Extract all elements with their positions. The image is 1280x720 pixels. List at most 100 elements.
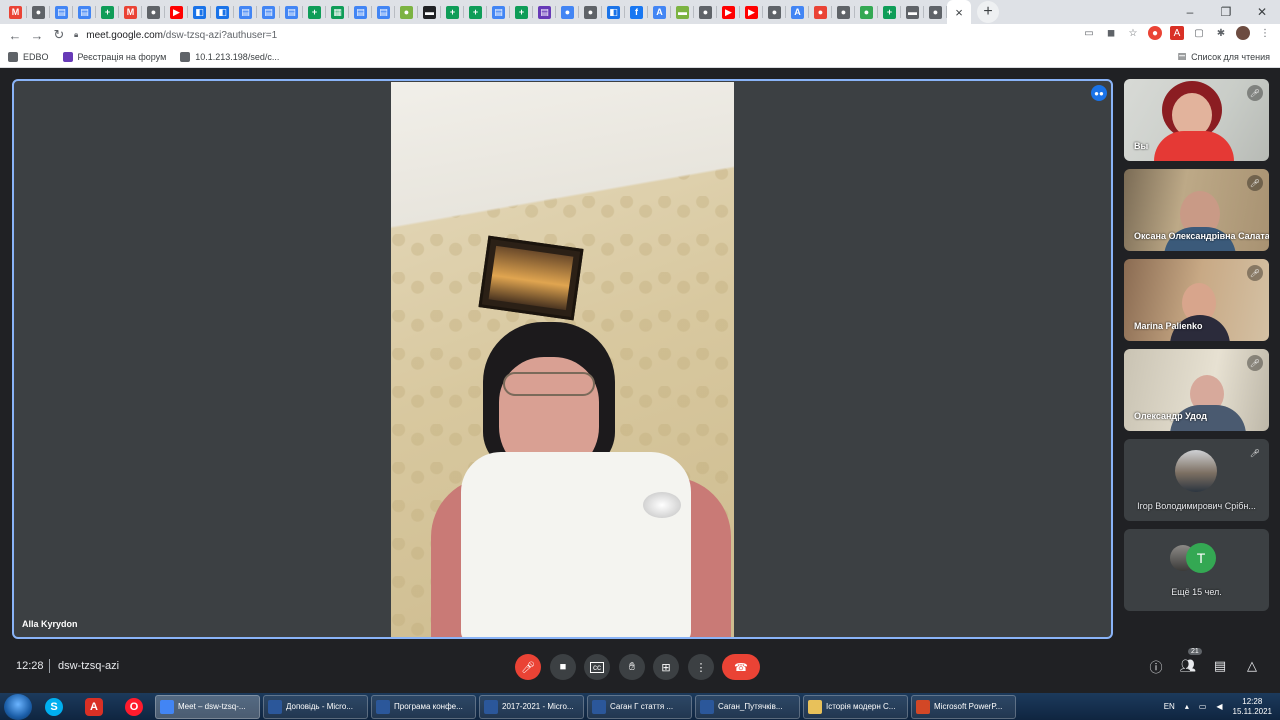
browser-tab[interactable]: ▦ xyxy=(326,1,349,23)
camera-icon[interactable]: ◼ xyxy=(1104,26,1118,40)
extension-icon[interactable]: ▢ xyxy=(1192,26,1206,40)
browser-tab[interactable]: ▤ xyxy=(234,1,257,23)
browser-tab[interactable]: ▶ xyxy=(740,1,763,23)
browser-tab[interactable]: + xyxy=(878,1,901,23)
browser-tab[interactable]: ▤ xyxy=(349,1,372,23)
puzzle-icon[interactable]: ✱ xyxy=(1214,26,1228,40)
opera-pinned-button[interactable]: O xyxy=(116,694,152,720)
new-tab-button[interactable]: + xyxy=(977,1,999,23)
start-button[interactable] xyxy=(4,693,32,720)
browser-tab[interactable]: ● xyxy=(27,1,50,23)
browser-tab[interactable]: ▤ xyxy=(533,1,556,23)
browser-tab[interactable]: ● xyxy=(855,1,878,23)
taskbar-window-button[interactable]: Програма конфе... xyxy=(371,694,476,719)
forward-button[interactable]: → xyxy=(26,24,48,46)
browser-tab[interactable]: + xyxy=(510,1,533,23)
participant-tile[interactable]: 🎤︎ Ігор Володимирович Срібн... xyxy=(1124,439,1269,521)
browser-tab[interactable]: + xyxy=(96,1,119,23)
back-button[interactable]: ← xyxy=(4,24,26,46)
browser-tab[interactable]: + xyxy=(303,1,326,23)
participant-tile[interactable]: 🎤︎ Marina Palienko xyxy=(1124,259,1269,341)
browser-tab[interactable]: ▬ xyxy=(671,1,694,23)
browser-tab[interactable]: ◧ xyxy=(211,1,234,23)
browser-tab[interactable]: ◧ xyxy=(602,1,625,23)
taskbar-window-button[interactable]: Microsoft PowerP... xyxy=(911,694,1016,719)
bookmark-item[interactable]: 10.1.213.198/sed/c... xyxy=(180,51,279,62)
docs-icon: ▤ xyxy=(78,5,91,19)
minimize-button[interactable]: – xyxy=(1172,0,1208,24)
browser-tab[interactable]: ● xyxy=(832,1,855,23)
cast-icon[interactable]: ▭ xyxy=(1082,26,1096,40)
browser-tab[interactable]: f xyxy=(625,1,648,23)
participant-tile[interactable]: 🎤︎ Оксана Олександрівна Салата xyxy=(1124,169,1269,251)
reading-list-button[interactable]: ▤ Список для чтения xyxy=(1178,51,1270,62)
browser-tab[interactable]: ▶ xyxy=(165,1,188,23)
participant-tile-self[interactable]: 🎤︎ Вы xyxy=(1124,79,1269,161)
menu-icon[interactable]: ⋮ xyxy=(1258,26,1272,40)
browser-tab[interactable]: ● xyxy=(142,1,165,23)
browser-tab[interactable]: A xyxy=(648,1,671,23)
taskbar-window-button[interactable]: Історія модерн С... xyxy=(803,694,908,719)
browser-tab[interactable]: M xyxy=(4,1,27,23)
address-bar[interactable]: 🔒︎ meet.google.com/dsw-tzsq-azi?authuser… xyxy=(74,26,1122,44)
browser-tab[interactable]: + xyxy=(441,1,464,23)
taskbar-window-button[interactable]: Саган_Путячків... xyxy=(695,694,800,719)
network-icon[interactable]: ▭ xyxy=(1199,702,1207,711)
activities-icon: △ xyxy=(1247,658,1257,673)
browser-tab[interactable]: ▤ xyxy=(257,1,280,23)
chat-button[interactable]: ▤ xyxy=(1210,656,1230,676)
browser-tab[interactable]: ● xyxy=(556,1,579,23)
browser-tab[interactable]: ● xyxy=(395,1,418,23)
tray-arrow-icon[interactable]: ▴ xyxy=(1185,702,1189,711)
browser-tab[interactable]: ▤ xyxy=(487,1,510,23)
maximize-button[interactable]: ❐ xyxy=(1208,0,1244,24)
skype-pinned-button[interactable]: S xyxy=(36,694,72,720)
taskbar-window-button[interactable]: 2017-2021 - Micro... xyxy=(479,694,584,719)
avatar[interactable] xyxy=(1236,26,1250,40)
camera-toggle-button[interactable]: ■ xyxy=(550,654,576,680)
browser-tab[interactable]: ● xyxy=(579,1,602,23)
bookmark-item[interactable]: EDBO xyxy=(8,51,49,62)
captions-button[interactable]: cc xyxy=(584,654,610,680)
browser-tab[interactable]: ▤ xyxy=(50,1,73,23)
main-video-stage[interactable]: Alla Kyrydon ●● xyxy=(12,79,1113,639)
browser-tab[interactable]: ▬ xyxy=(418,1,441,23)
more-options-button[interactable]: ⋮ xyxy=(688,654,714,680)
taskbar-window-button[interactable]: Саган Г стаття ... xyxy=(587,694,692,719)
language-indicator[interactable]: EN xyxy=(1164,702,1175,711)
extension-icon[interactable]: ● xyxy=(1148,26,1162,40)
microphone-toggle-button[interactable]: 🎤︎ xyxy=(515,654,541,680)
pdf-extension-icon[interactable]: A xyxy=(1170,26,1184,40)
close-window-button[interactable]: ✕ xyxy=(1244,0,1280,24)
meeting-details-button[interactable]: ⓘ xyxy=(1146,656,1166,676)
browser-tab[interactable]: ▤ xyxy=(280,1,303,23)
tray-clock[interactable]: 12:28 15.11.2021 xyxy=(1233,697,1272,717)
volume-icon[interactable]: ◀︎ xyxy=(1216,702,1222,711)
browser-tab[interactable]: M xyxy=(119,1,142,23)
bookmark-item[interactable]: Реєстрація на форум xyxy=(62,51,166,62)
active-tab-close-button[interactable]: × xyxy=(947,0,971,24)
acrobat-pinned-button[interactable]: A xyxy=(76,694,112,720)
bookmark-star-icon[interactable]: ☆ xyxy=(1126,26,1140,40)
taskbar-window-button[interactable]: Meet – dsw-tzsq-... xyxy=(155,694,260,719)
browser-tab[interactable]: ● xyxy=(924,1,947,23)
browser-tab[interactable]: ▶ xyxy=(717,1,740,23)
activities-button[interactable]: △ xyxy=(1242,656,1262,676)
browser-tab[interactable]: ● xyxy=(694,1,717,23)
more-participants-tile[interactable]: T Ещё 15 чел. xyxy=(1124,529,1269,611)
browser-tab[interactable]: A xyxy=(786,1,809,23)
browser-tab[interactable]: ● xyxy=(763,1,786,23)
people-button[interactable]: 👥︎ xyxy=(1178,656,1198,676)
browser-tab[interactable]: ▬ xyxy=(901,1,924,23)
browser-tab[interactable]: ▤ xyxy=(372,1,395,23)
leave-call-button[interactable]: ☎︎ xyxy=(722,654,760,680)
reload-button[interactable]: ↻ xyxy=(48,24,70,46)
browser-tab[interactable]: ◧ xyxy=(188,1,211,23)
taskbar-window-button[interactable]: Доповідь - Micro... xyxy=(263,694,368,719)
browser-tab[interactable]: ● xyxy=(809,1,832,23)
browser-tab[interactable]: + xyxy=(464,1,487,23)
raise-hand-button[interactable]: ✋︎ xyxy=(619,654,645,680)
browser-tab[interactable]: ▤ xyxy=(73,1,96,23)
present-screen-button[interactable]: ⊞ xyxy=(653,654,679,680)
participant-tile[interactable]: 🎤︎ Олександр Удод xyxy=(1124,349,1269,431)
